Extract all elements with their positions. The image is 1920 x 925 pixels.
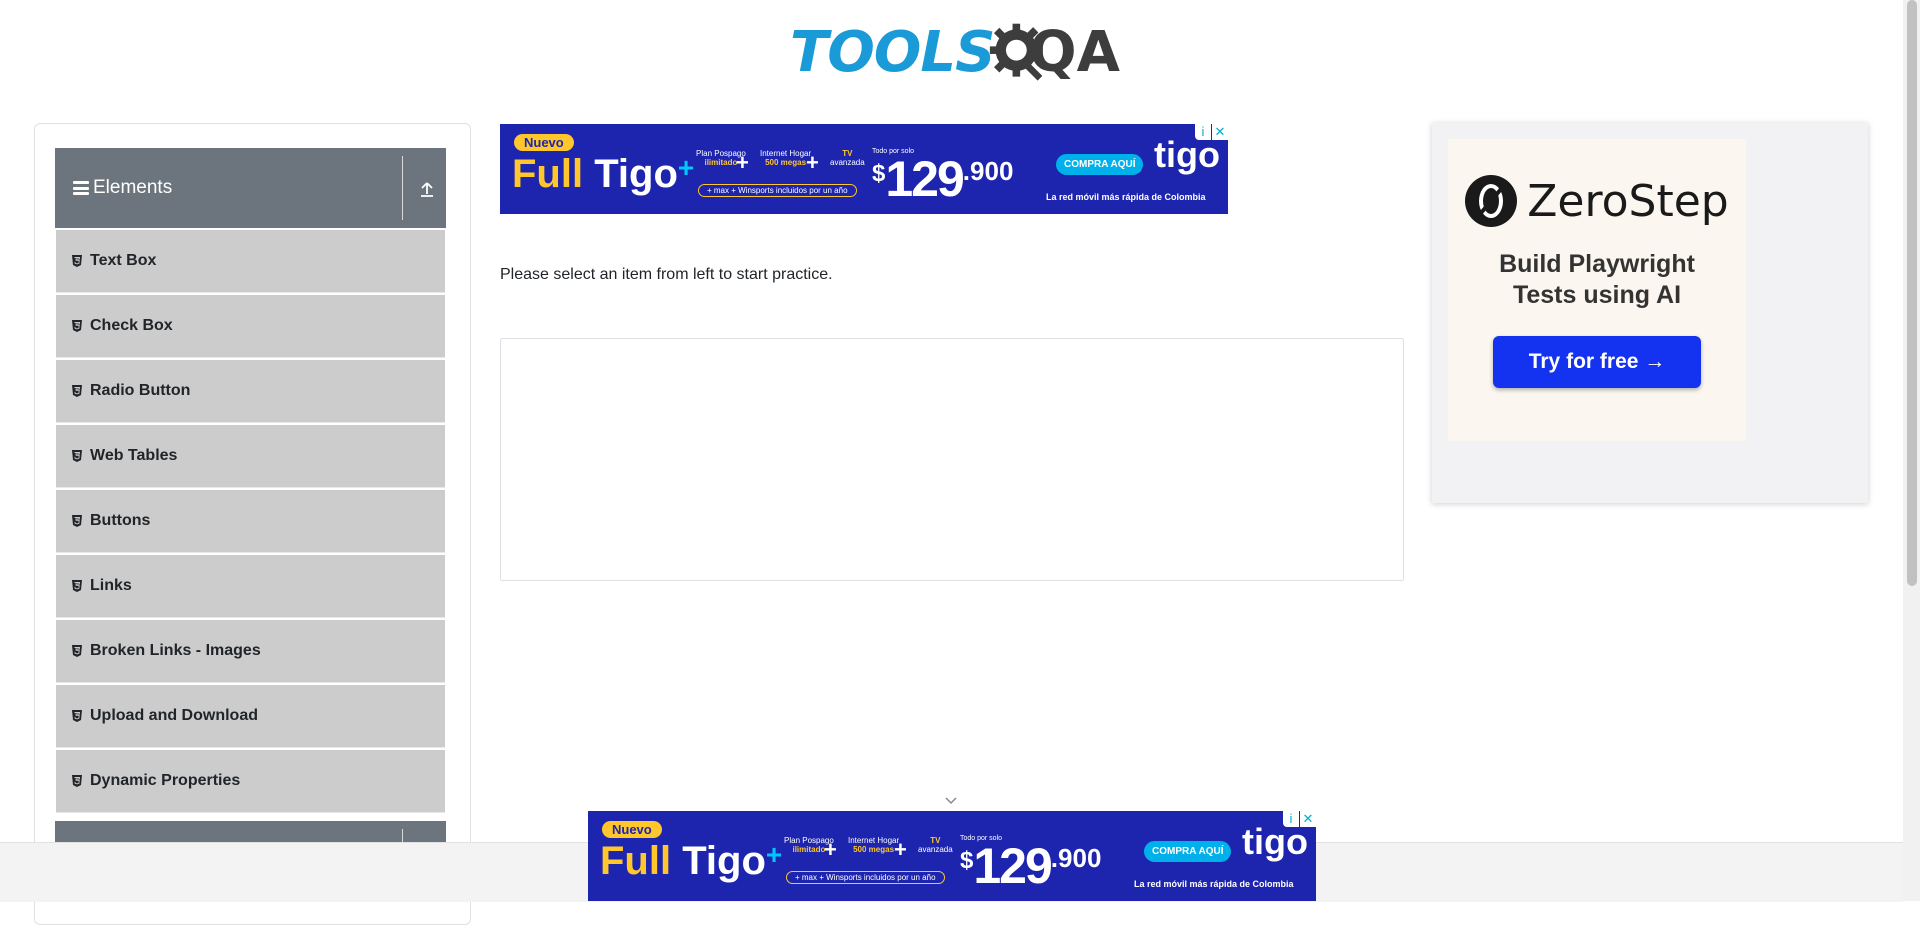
menu-item-radio-button[interactable]: Radio Button [56,360,445,423]
menu-item-label: Web Tables [90,447,178,464]
ad-badge: Nuevo [514,134,574,151]
ad-cta-button[interactable]: COMPRA AQUÍ [1056,154,1144,175]
group-title: Elements [93,177,173,198]
menu-item-web-tables[interactable]: Web Tables [56,425,445,488]
zerostep-brand: ZeroStep [1527,175,1729,227]
menu-item-label: Text Box [90,252,157,269]
html5-icon [72,515,82,527]
ad-headline: Full Tigo+ [512,152,695,196]
menu-item-links[interactable]: Links [56,555,445,618]
practice-prompt: Please select an item from left to start… [500,266,833,283]
menu-item-label: Buttons [90,512,151,529]
hamburger-icon [73,181,89,195]
zerostep-cta-button[interactable]: Try for free → [1492,335,1702,388]
ad-price: $129.900 [960,838,1102,894]
menu-item-label: Links [90,577,132,594]
ad-banner-top[interactable]: Nuevo Full Tigo+ Plan Pospago ilimitado +… [500,124,1228,214]
logo-text-accent: QA [1029,20,1120,85]
menu-item-label: Upload and Download [90,707,258,724]
menu-item-label: Dynamic Properties [90,772,241,789]
html5-icon [72,450,82,462]
ad-close-icon[interactable]: ✕ [1212,124,1228,140]
html5-icon [72,775,82,787]
group-header-elements[interactable]: Elements [55,148,446,228]
ad-tagline: La red móvil más rápida de Colombia [1134,879,1294,889]
page-scrollbar[interactable] [1903,0,1920,901]
html5-icon [72,710,82,722]
ad-plus: + [806,150,819,175]
html5-icon [72,580,82,592]
ad-info-icon[interactable]: i [1283,811,1299,827]
ad-pill: + max + Winsports incluidos por un año [698,184,857,197]
content-placeholder [500,338,1404,581]
ad-cta-button[interactable]: COMPRA AQUÍ [1144,841,1232,862]
menu-item-label: Check Box [90,317,173,334]
ad-brand: tigo [1154,134,1220,175]
menu-item-text-box[interactable]: Text Box [56,230,445,293]
ad-feature-internet: Internet Hogar 500 megas [848,836,900,854]
ad-brand: tigo [1242,821,1308,862]
menu-item-label: Radio Button [90,382,191,399]
menu-item-buttons[interactable]: Buttons [56,490,445,553]
ad-zerostep[interactable]: ZeroStep Build Playwright Tests using AI… [1432,123,1868,503]
collapse-up-icon[interactable] [419,180,435,198]
scrollbar-thumb[interactable] [1907,0,1917,586]
chevron-down-icon[interactable] [944,796,958,806]
ad-pill: + max + Winsports incluidos por un año [786,871,945,884]
ad-feature-internet: Internet Hogar 500 megas [760,149,812,167]
html5-icon [72,385,82,397]
ad-close-icon[interactable]: ✕ [1300,811,1316,827]
menu-item-check-box[interactable]: Check Box [56,295,445,358]
zerostep-headline: Build Playwright Tests using AI [1499,250,1695,310]
logo-text-main: TOOLS [790,20,995,85]
ad-plus: + [824,837,837,862]
ad-tagline: La red móvil más rápida de Colombia [1046,192,1206,202]
menu-item-dynamic-properties[interactable]: Dynamic Properties [56,750,445,813]
menu-item-label: Broken Links - Images [90,642,261,659]
ad-zerostep-card: ZeroStep Build Playwright Tests using AI… [1448,139,1746,441]
divider [402,156,403,220]
menu-list: Text Box Check Box Radio Button Web Tabl… [56,230,445,815]
ad-headline: Full Tigo+ [600,839,783,883]
html5-icon [72,255,82,267]
ad-info-icon[interactable]: i [1195,124,1211,140]
html5-icon [72,645,82,657]
menu-item-broken-links-images[interactable]: Broken Links - Images [56,620,445,683]
html5-icon [72,320,82,332]
ad-feature-tv: TV avanzada [918,836,953,854]
toolsqa-logo[interactable]: TOOLS QA [790,14,1120,92]
ad-plus: + [736,150,749,175]
ad-banner-bottom[interactable]: Nuevo Full Tigo+ Plan Pospago ilimitado +… [588,811,1316,901]
ad-plus: + [894,837,907,862]
ad-price: $129.900 [872,151,1014,207]
ad-badge: Nuevo [602,821,662,838]
ad-feature-tv: TV avanzada [830,149,865,167]
zerostep-mark-icon [1465,175,1518,227]
zerostep-logo: ZeroStep [1465,175,1729,227]
menu-item-upload-and-download[interactable]: Upload and Download [56,685,445,748]
